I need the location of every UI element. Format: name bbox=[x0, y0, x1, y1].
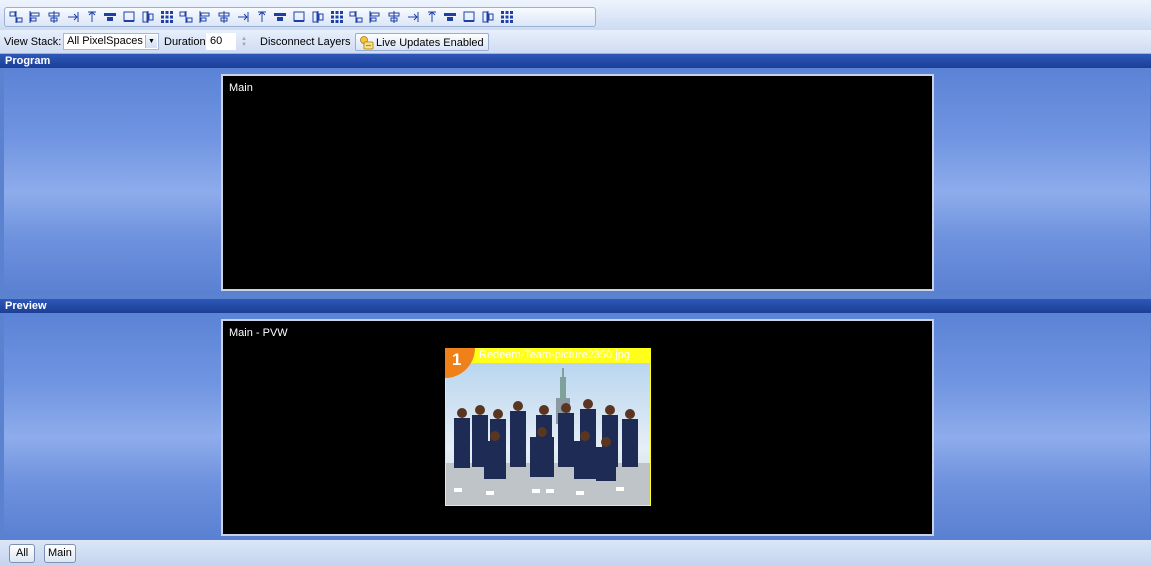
program-monitor[interactable]: Main bbox=[221, 74, 934, 291]
spinner-down-icon[interactable]: ▼ bbox=[241, 42, 247, 48]
distribute-vertical-icon[interactable] bbox=[290, 9, 308, 25]
duration-label: Duration: bbox=[164, 36, 209, 48]
stack-horizontal-icon[interactable] bbox=[347, 9, 365, 25]
duration-spinner[interactable]: ▲ ▼ bbox=[237, 33, 251, 50]
center-vertical-icon[interactable] bbox=[309, 9, 327, 25]
options-toolbar: View Stack: All PixelSpaces ▼ Duration: … bbox=[0, 30, 1151, 54]
tile-horizontal-icon[interactable] bbox=[366, 9, 384, 25]
tile-grid-icon[interactable] bbox=[404, 9, 422, 25]
stack-vertical-icon[interactable] bbox=[328, 9, 346, 25]
horizontal-spacer-icon[interactable] bbox=[423, 9, 441, 25]
layer-title: Redeem-Team-picture2350.jpg bbox=[479, 349, 631, 361]
tile-vertical-icon[interactable] bbox=[385, 9, 403, 25]
preview-layer-card[interactable]: 1 Redeem-Team-picture2350.jpg bbox=[445, 348, 651, 506]
align-bottom-icon[interactable] bbox=[253, 9, 271, 25]
move-top-icon[interactable] bbox=[177, 9, 195, 25]
view-stack-value: All PixelSpaces bbox=[67, 35, 143, 47]
center-horizontal-icon[interactable] bbox=[101, 9, 119, 25]
align-vertical-box-icon[interactable] bbox=[271, 9, 289, 25]
chevron-down-icon[interactable]: ▼ bbox=[145, 35, 157, 48]
main-button-label: Main bbox=[48, 547, 72, 559]
align-right-edges-icon[interactable] bbox=[64, 9, 82, 25]
grid-layout-icon[interactable] bbox=[498, 9, 516, 25]
align-left-edges-icon[interactable] bbox=[26, 9, 44, 25]
vertical-spacer-icon[interactable] bbox=[441, 9, 459, 25]
program-header: Program bbox=[0, 54, 1151, 68]
space-horizontal-icon[interactable] bbox=[120, 9, 138, 25]
preview-monitor-label: Main - PVW bbox=[229, 327, 288, 339]
live-updates-icon bbox=[360, 36, 374, 50]
move-bottom-icon[interactable] bbox=[196, 9, 214, 25]
fit-height-icon[interactable] bbox=[479, 9, 497, 25]
align-middle-icon[interactable] bbox=[234, 9, 252, 25]
move-right-icon[interactable] bbox=[139, 9, 157, 25]
view-stack-label: View Stack: bbox=[4, 36, 62, 48]
all-button[interactable]: All bbox=[9, 544, 36, 563]
preview-monitor[interactable]: Main - PVW 1 Redeem-Team-picture2350.jpg bbox=[221, 319, 934, 536]
all-button-label: All bbox=[16, 547, 29, 559]
align-top-icon[interactable] bbox=[215, 9, 233, 25]
layer-thumbnail-image bbox=[446, 363, 650, 505]
duration-input[interactable]: 60 bbox=[206, 33, 236, 50]
layout-icon-strip bbox=[4, 7, 596, 27]
layout-toolbar bbox=[0, 0, 1151, 30]
duration-value: 60 bbox=[210, 35, 223, 47]
live-updates-button[interactable]: Live Updates Enabled bbox=[355, 33, 489, 51]
live-updates-label: Live Updates Enabled bbox=[376, 37, 484, 49]
preview-area: Main - PVW 1 Redeem-Team-picture2350.jpg bbox=[4, 313, 1150, 539]
align-grid-icon[interactable] bbox=[7, 9, 25, 25]
move-left-icon[interactable] bbox=[158, 9, 176, 25]
disconnect-layers-button[interactable]: Disconnect Layers bbox=[256, 33, 355, 51]
program-area: Main bbox=[4, 68, 1150, 294]
view-stack-dropdown[interactable]: All PixelSpaces ▼ bbox=[63, 33, 159, 50]
program-monitor-label: Main bbox=[229, 82, 253, 94]
distribute-horizontal-icon[interactable] bbox=[83, 9, 101, 25]
main-button[interactable]: Main bbox=[44, 544, 76, 563]
fit-width-icon[interactable] bbox=[460, 9, 478, 25]
bottom-tab-bar: All Main bbox=[0, 540, 1151, 566]
disconnect-layers-label: Disconnect Layers bbox=[260, 36, 351, 48]
preview-header: Preview bbox=[0, 299, 1151, 313]
align-centers-icon[interactable] bbox=[45, 9, 63, 25]
